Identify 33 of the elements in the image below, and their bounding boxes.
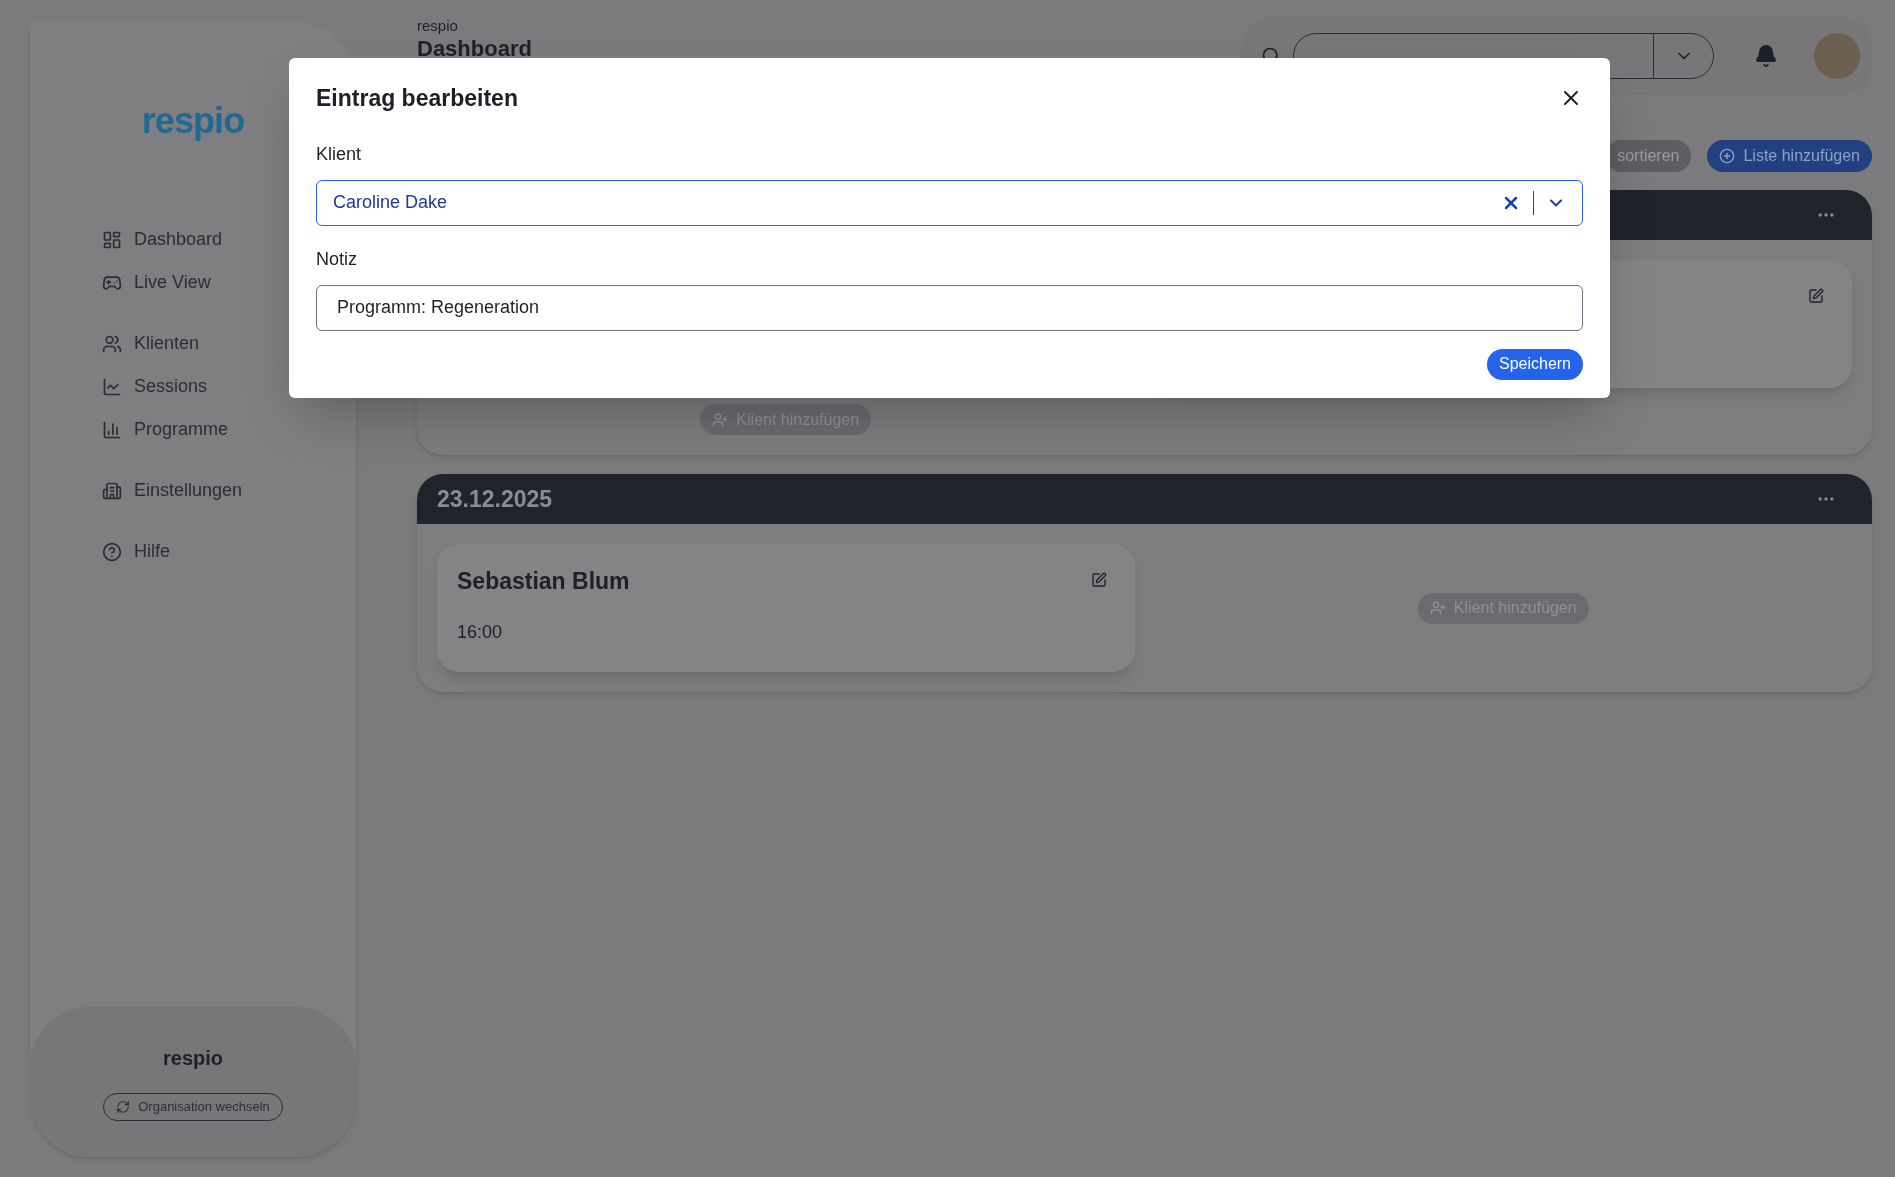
logo: respio: [141, 99, 245, 143]
add-list-button[interactable]: Liste hinzufügen: [1707, 140, 1872, 172]
list-date: 23.12.2025: [437, 484, 553, 514]
plus-icon: [1719, 148, 1736, 164]
refresh-icon: [116, 1100, 131, 1114]
client-name: Sebastian Blum: [457, 567, 630, 596]
nav-item[interactable]: Hilfe: [102, 530, 356, 573]
entry-time: 16:00: [457, 620, 504, 644]
organization-name: respio: [163, 1046, 223, 1071]
nav-item[interactable]: Programme: [102, 408, 356, 451]
save-button[interactable]: Speichern: [1486, 348, 1583, 380]
field-label: Klient: [316, 142, 363, 166]
users-icon: [102, 333, 122, 354]
nav-item[interactable]: Sessions: [102, 365, 356, 408]
bar-chart-icon: [102, 419, 122, 440]
page-title: Dashboard: [417, 35, 532, 62]
breadcrumb: respio: [417, 16, 459, 36]
edit-icon[interactable]: [1090, 572, 1107, 588]
note-input[interactable]: Programm: Regeneration: [316, 284, 1583, 331]
bell-icon[interactable]: [1754, 44, 1778, 68]
help-icon: [102, 541, 122, 562]
field-label: Notiz: [316, 247, 358, 271]
edit-icon[interactable]: [1808, 288, 1824, 304]
dashboard-icon: [102, 229, 122, 250]
user-plus-icon: [1429, 600, 1446, 616]
nav-item[interactable]: Einstellungen: [102, 469, 356, 512]
input-value: Programm: Regeneration: [337, 296, 540, 319]
building-icon: [102, 480, 122, 501]
dialog-title: Eintrag bearbeiten: [316, 84, 518, 113]
line-chart-icon: [102, 376, 122, 397]
client-select[interactable]: Caroline Dake: [316, 179, 1583, 226]
select-value: Caroline Dake: [333, 191, 449, 214]
user-plus-icon: [712, 411, 729, 428]
